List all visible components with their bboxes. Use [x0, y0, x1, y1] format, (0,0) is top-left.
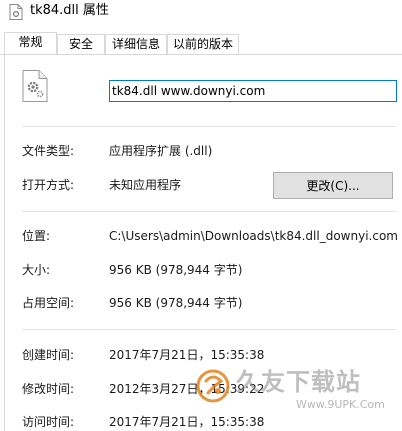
- opens-with-value: 未知应用程序: [109, 178, 182, 192]
- created-label: 创建时间:: [22, 348, 75, 362]
- size-on-disk-label: 占用空间:: [22, 296, 75, 310]
- watermark-text: 久友下载站: [236, 368, 361, 396]
- watermark-url: Www.9UPK.Com: [296, 398, 385, 411]
- watermark-logo-icon: [196, 369, 230, 403]
- modified-label: 修改时间:: [22, 382, 75, 396]
- change-button[interactable]: 更改(C)...: [273, 172, 393, 199]
- file-name-input[interactable]: [109, 80, 397, 102]
- location-label: 位置:: [22, 229, 51, 243]
- dll-gear-file-icon: [22, 70, 48, 102]
- title-bar: tk84.dll 属性: [0, 0, 402, 26]
- file-type-label: 文件类型:: [22, 144, 75, 158]
- size-label: 大小:: [22, 263, 51, 277]
- tab-strip: 常规 安全 详细信息 以前的版本: [0, 32, 402, 55]
- size-on-disk-value: 956 KB (978,944 字节): [109, 296, 243, 310]
- tab-previous-versions[interactable]: 以前的版本: [167, 34, 239, 54]
- file-type-value: 应用程序扩展 (.dll): [109, 144, 213, 158]
- tab-security[interactable]: 安全: [57, 34, 105, 54]
- accessed-label: 访问时间:: [22, 415, 75, 429]
- watermark: 久友下载站 Www.9UPK.Com: [196, 363, 402, 423]
- separator: [22, 211, 396, 212]
- tab-general[interactable]: 常规: [4, 32, 57, 55]
- dll-file-icon: [9, 4, 23, 20]
- created-value: 2017年7月21日，15:35:38: [109, 348, 265, 362]
- window-title: tk84.dll 属性: [30, 3, 109, 18]
- opens-with-label: 打开方式:: [22, 178, 75, 192]
- separator: [22, 329, 396, 330]
- size-value: 956 KB (978,944 字节): [109, 263, 243, 277]
- tab-details[interactable]: 详细信息: [105, 34, 167, 54]
- location-value[interactable]: C:\Users\admin\Downloads\tk84.dll_downyi…: [109, 228, 397, 244]
- separator: [22, 126, 396, 127]
